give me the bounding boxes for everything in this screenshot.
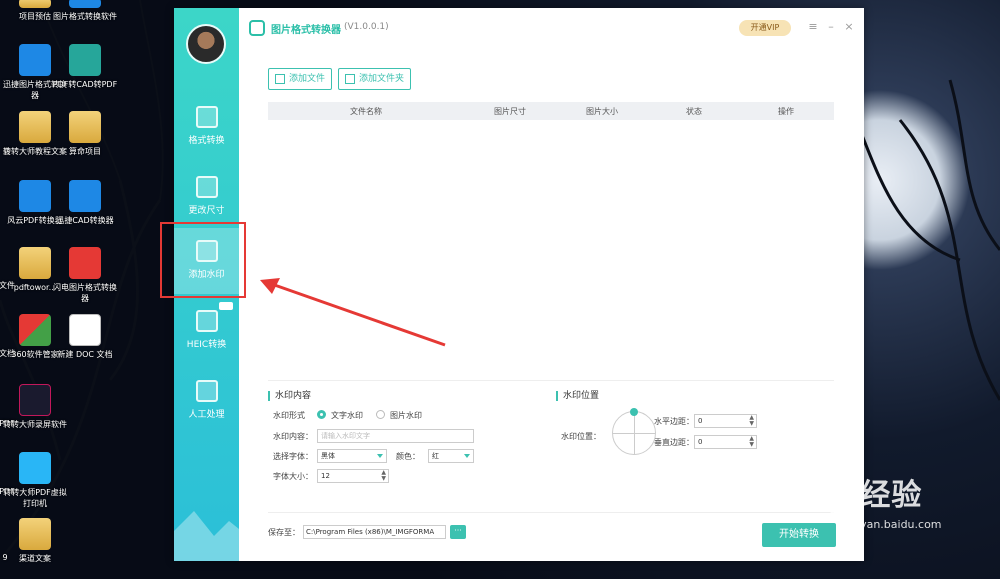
app-icon [19,314,51,346]
app-version: (V1.0.0.1) [344,22,389,32]
file-icon [275,74,285,84]
desktop-icon[interactable]: 转转大师录屏软件 [0,384,70,430]
color-label: 颜色： [396,452,420,461]
baidu-watermark: Bai 经验 jingyan.baidu.com [770,470,942,531]
paw-icon [826,483,861,518]
folder-icon [19,518,51,550]
text-watermark-label[interactable]: 文字水印 [331,410,363,421]
folder-icon [19,0,51,8]
app-icon [19,384,51,416]
app-icon [69,0,101,8]
image-icon [195,176,218,198]
avatar[interactable] [186,24,226,64]
watermark-text-label: 水印内容： [273,432,313,441]
browse-button[interactable]: ··· [450,525,466,539]
chevron-down-icon [464,454,470,458]
minimize-icon[interactable]: – [824,20,838,34]
position-picker[interactable] [612,408,656,455]
folder-icon [345,74,355,84]
desktop-icon[interactable]: 渠道文案 [0,518,70,564]
h-margin-stepper[interactable]: 0 ▲ ▼ [694,414,757,428]
desktop-icon[interactable]: 迅捷CAD转换器 [50,180,120,226]
save-path-input[interactable]: C:\Program Files (x86)\M_IMGFORMA [303,525,446,539]
image-icon [195,106,218,128]
nav-manual-process[interactable]: 人工处理 [174,368,239,434]
color-select[interactable]: 红 [428,449,474,463]
save-to-label: 保存至： [268,528,300,537]
image-icon [195,380,218,402]
add-folder-button[interactable]: 添加文件夹 [338,68,412,90]
document-icon [69,314,101,346]
save-bar: 保存至： C:\Program Files (x86)\M_IMGFORMA ·… [268,512,836,547]
nav-resize[interactable]: 更改尺寸 [174,164,239,230]
titlebar: 图片格式转换器 (V1.0.0.1) 开通VIP ≡ – × [239,8,864,48]
col-status: 状态 [686,107,702,116]
col-image-size: 图片尺寸 [494,107,526,116]
highlight-box [160,222,246,298]
cad-icon [69,180,101,212]
desktop-icon[interactable]: 闪电图片格式转换器 [50,247,120,304]
watermark-mode-label: 水印形式 [273,411,305,420]
h-margin-label: 水平边距： [654,417,694,426]
col-actions: 操作 [778,107,794,116]
app-icon [19,180,51,212]
text-watermark-radio[interactable] [317,410,326,419]
spinner-icon: ▲ ▼ [749,435,754,448]
close-icon[interactable]: × [842,20,856,34]
hills-decoration [174,511,239,561]
image-icon [195,310,218,332]
spinner-icon: ▲ ▼ [381,469,386,482]
nav-heic-convert[interactable]: HEIC转换 [174,298,239,364]
font-size-label: 字体大小： [273,472,313,481]
nav-format-convert[interactable]: 格式转换 [174,94,239,160]
add-file-button[interactable]: 添加文件 [268,68,333,90]
font-select[interactable]: 黑体 [317,449,387,463]
chevron-down-icon [377,454,383,458]
app-title: 图片格式转换器 [271,25,341,36]
watermark-content-title: 水印内容 [268,391,311,401]
image-watermark-radio[interactable] [376,410,385,419]
folder-icon [19,247,51,279]
new-badge [219,302,233,310]
folder-icon [19,111,51,143]
col-filename: 文件名称 [350,107,382,116]
watermark-text-input[interactable]: 请输入水印文字 [317,429,474,443]
app-icon [69,44,101,76]
image-watermark-label[interactable]: 图片水印 [390,410,422,421]
menu-icon[interactable]: ≡ [806,20,820,34]
font-label: 选择字体： [273,452,313,461]
spinner-icon: ▲ ▼ [749,414,754,427]
baidu-brand: Bai [770,478,827,513]
col-file-size: 图片大小 [586,107,618,116]
position-handle[interactable] [630,408,638,416]
watermark-position-title: 水印位置 [556,391,599,401]
folder-icon [69,111,101,143]
desktop-icon[interactable]: 算命项目 [50,111,120,157]
v-margin-label: 垂直边距： [654,438,694,447]
desktop-icon[interactable]: PDF转CAD转PDF [50,44,120,90]
vip-button[interactable]: 开通VIP [739,20,791,36]
arrow-annotation [260,278,446,347]
baidu-brand-cn: 经验 [860,478,923,513]
font-size-stepper[interactable]: 12 ▲ ▼ [317,469,389,483]
file-table-header: 文件名称 图片尺寸 图片大小 状态 操作 [268,102,834,120]
baidu-url: jingyan.baidu.com [840,517,942,531]
desktop-icon[interactable]: 图片格式转换软件 [50,0,120,22]
desktop-icon[interactable]: 新建 DOC 文档 [50,314,120,360]
desktop-icon[interactable]: 转转大师PDF虚拟打印机 [0,452,70,509]
app-logo-icon [249,20,265,36]
app-icon [19,452,51,484]
position-label: 水印位置： [561,432,601,441]
app-icon [19,44,51,76]
app-icon [69,247,101,279]
v-margin-stepper[interactable]: 0 ▲ ▼ [694,435,757,449]
